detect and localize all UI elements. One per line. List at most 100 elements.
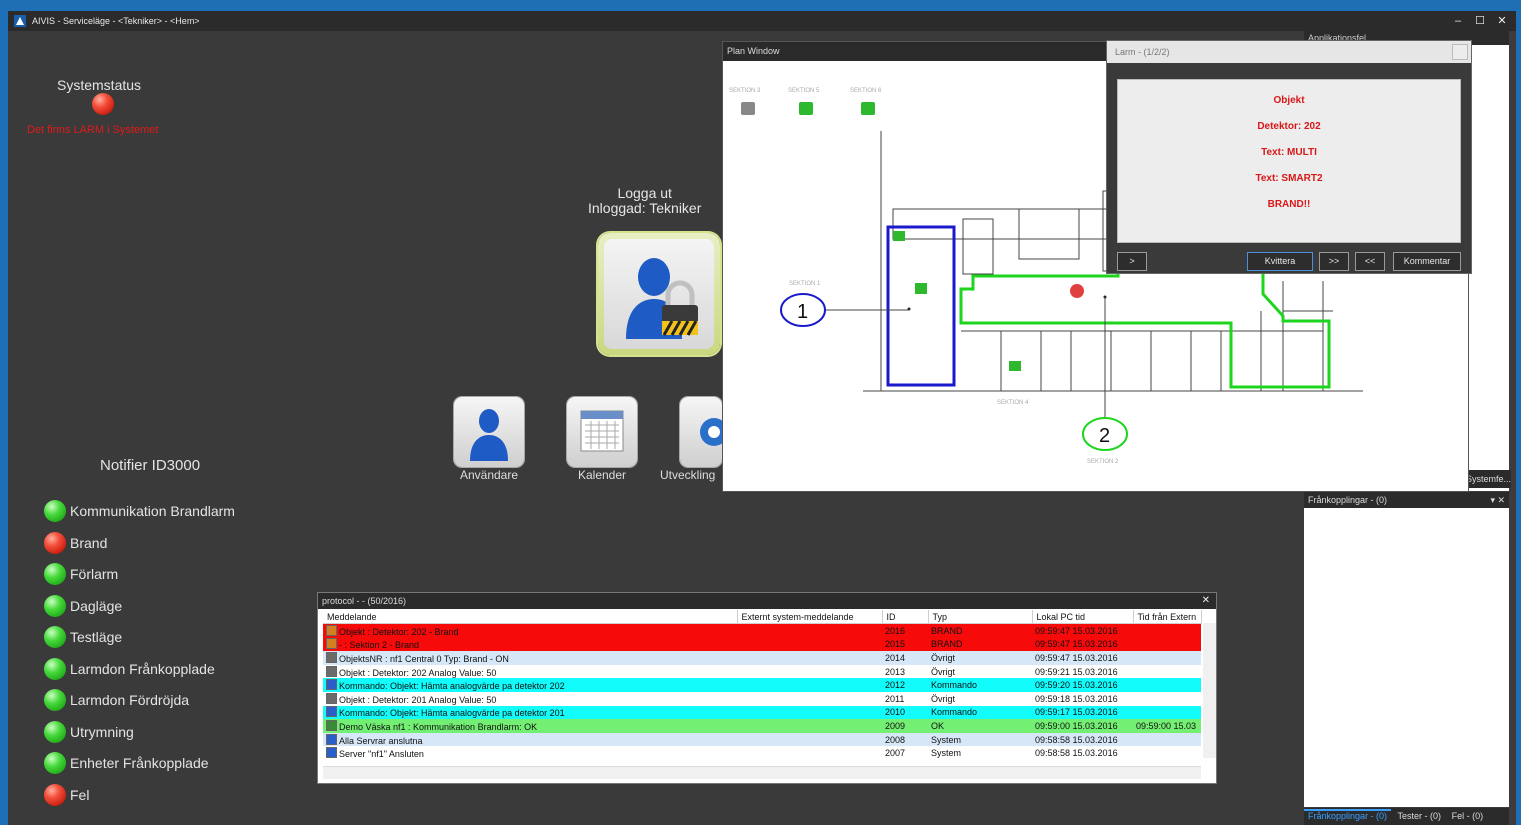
row-message: Server "nf1" Ansluten <box>339 749 424 760</box>
table-cell: Kommando: Objekt: Hämta analogvärde pa d… <box>323 678 737 692</box>
detector-icon[interactable] <box>1009 361 1021 371</box>
table-cell <box>737 637 882 652</box>
development-button[interactable] <box>680 397 728 467</box>
acknowledge-button[interactable]: Kvittera <box>1247 252 1313 271</box>
tab-tests[interactable]: Tester - (0) <box>1394 811 1446 821</box>
alarm-next-button[interactable]: > <box>1117 252 1147 271</box>
status-led-icon <box>44 500 66 522</box>
table-cell: 2014 <box>882 651 928 665</box>
status-row: Utrymning <box>44 719 134 745</box>
column-header[interactable]: Externt system-meddelande <box>737 610 883 624</box>
table-cell: 2011 <box>882 691 928 706</box>
callout-1-number: 1 <box>797 301 808 323</box>
table-row[interactable]: Demo Väska nf1 : Kommunikation Brandlarm… <box>323 719 1201 733</box>
development-label: Utveckling <box>660 468 716 482</box>
table-cell <box>737 623 882 638</box>
tab-errors[interactable]: Fel - (0) <box>1448 811 1488 821</box>
protocol-body: Objekt : Detektor: 202 - Brand 2016 BRAND 0… <box>323 623 1201 760</box>
status-label: Enheter Frånkopplade <box>70 755 209 771</box>
cmd-icon <box>326 706 337 718</box>
table-cell <box>737 664 882 679</box>
maximize-button[interactable]: ☐ <box>1470 11 1490 31</box>
table-row[interactable]: - : Sektion 2 - Brand 2015 BRAND 09:59:47 1… <box>323 637 1201 652</box>
calendar-button[interactable] <box>567 397 637 467</box>
table-row[interactable]: Objekt : Detektor: 201 Analog Value: 50 2… <box>323 691 1201 706</box>
table-row[interactable]: Alla Servrar anslutna 2008 System 09:58:58 … <box>323 732 1201 747</box>
protocol-horizontal-scrollbar[interactable] <box>323 766 1201 779</box>
table-cell: Övrigt <box>928 691 1032 706</box>
column-header[interactable]: Tid från Extern <box>1133 610 1202 624</box>
table-cell: 09:59:21 15.03.2016 <box>1032 664 1133 679</box>
user-lock-icon <box>626 258 698 339</box>
detector-icon[interactable] <box>915 283 927 294</box>
protocol-title: protocol - - (50/2016) ✕ <box>318 593 1216 609</box>
protocol-window: protocol - - (50/2016) ✕ Meddelande Exter… <box>317 592 1217 784</box>
alarm-details: Objekt Detektor: 202 Text: MULTI Text: S… <box>1117 79 1461 243</box>
status-label: Dagläge <box>70 597 123 614</box>
column-header[interactable]: Lokal PC tid <box>1032 610 1134 624</box>
section-3-label: SEKTION 3 <box>729 88 761 94</box>
back-button[interactable]: << <box>1355 252 1385 271</box>
status-label: Kommunikation Brandlarm <box>70 503 235 519</box>
table-cell: BRAND <box>928 637 1032 652</box>
table-cell: 2009 <box>882 719 928 733</box>
table-row[interactable]: Kommando: Objekt: Hämta analogvärde pa d… <box>323 705 1201 720</box>
status-label: Larmdon Fördröjda <box>70 692 190 708</box>
table-cell <box>1133 732 1201 747</box>
alarm-line-detector: Detektor: 202 <box>1257 121 1321 132</box>
row-message: ObjektsNR : nf1 Central 0 Typ: Brand - O… <box>339 653 509 664</box>
table-cell <box>1133 746 1201 760</box>
alarm-detector-icon[interactable] <box>1070 284 1084 298</box>
row-message: Kommando: Objekt: Hämta analogvärde pa d… <box>339 681 565 692</box>
table-row[interactable]: ObjektsNR : nf1 Central 0 Typ: Brand - O… <box>323 651 1201 665</box>
status-label: Larmdon Frånkopplade <box>70 660 215 677</box>
minimize-button[interactable]: – <box>1448 11 1468 31</box>
section-2-label: SEKTION 2 <box>1087 459 1119 465</box>
table-row[interactable]: Kommando: Objekt: Hämta analogvärde pa d… <box>323 678 1201 692</box>
status-led-icon <box>44 783 66 806</box>
panel-controls[interactable]: ▾ ✕ <box>1490 492 1505 508</box>
comment-button[interactable]: Kommentar <box>1393 252 1461 271</box>
logged-in-user: Inloggad: Tekniker <box>588 200 702 216</box>
logout-button[interactable] <box>598 233 720 355</box>
protocol-vertical-scrollbar[interactable] <box>1203 623 1216 758</box>
table-cell <box>737 746 882 760</box>
table-cell: 09:59:18 15.03.2016 <box>1032 691 1133 706</box>
status-led-icon <box>44 563 66 585</box>
status-label: Fel <box>70 786 90 803</box>
flame-icon <box>326 624 337 636</box>
logout-line[interactable]: Logga ut <box>588 186 701 201</box>
section-6-icon[interactable] <box>861 102 875 115</box>
section-1-outline[interactable] <box>886 225 956 387</box>
detector-icon[interactable] <box>893 231 905 241</box>
alarm-line-object: Objekt <box>1273 95 1305 106</box>
table-cell <box>1133 691 1201 706</box>
table-cell <box>1133 705 1201 720</box>
column-header[interactable]: Typ <box>928 610 1033 624</box>
protocol-close-icon[interactable]: ✕ <box>1202 593 1210 609</box>
table-cell: Demo Väska nf1 : Kommunikation Brandlarm… <box>323 719 737 733</box>
table-cell: 2008 <box>882 732 928 747</box>
column-header[interactable]: ID <box>882 610 929 624</box>
logout-label[interactable]: Logga ut Inloggad: Tekniker <box>588 186 701 216</box>
users-button[interactable] <box>454 397 524 467</box>
alarm-line-text2: Text: SMART2 <box>1255 173 1323 184</box>
table-cell: System <box>928 732 1032 747</box>
table-cell: 09:58:58 15.03.2016 <box>1032 746 1133 760</box>
column-header[interactable]: Meddelande <box>323 610 738 624</box>
row-message: Objekt : Detektor: 202 - Brand <box>339 626 459 637</box>
system-status-title: Systemstatus <box>57 77 142 93</box>
table-row[interactable]: Server "nf1" Ansluten 2007 System 09:58:58 … <box>323 746 1201 760</box>
table-row[interactable]: Objekt : Detektor: 202 Analog Value: 50 2… <box>323 664 1201 679</box>
table-row[interactable]: Objekt : Detektor: 202 - Brand 2016 BRAND 0… <box>323 623 1201 638</box>
section-3-icon[interactable] <box>741 102 755 115</box>
system-errors-tab[interactable]: Systemfe... <box>1464 470 1511 488</box>
cmd-icon <box>326 679 337 691</box>
alarm-close-button[interactable] <box>1452 44 1468 60</box>
close-button[interactable]: ✕ <box>1492 11 1512 31</box>
table-cell: System <box>928 746 1032 760</box>
sys-icon <box>326 747 337 759</box>
section-5-icon[interactable] <box>799 102 813 115</box>
forward-button[interactable]: >> <box>1319 252 1349 271</box>
tab-disconnections[interactable]: Frånkopplingar - (0) <box>1304 809 1392 821</box>
